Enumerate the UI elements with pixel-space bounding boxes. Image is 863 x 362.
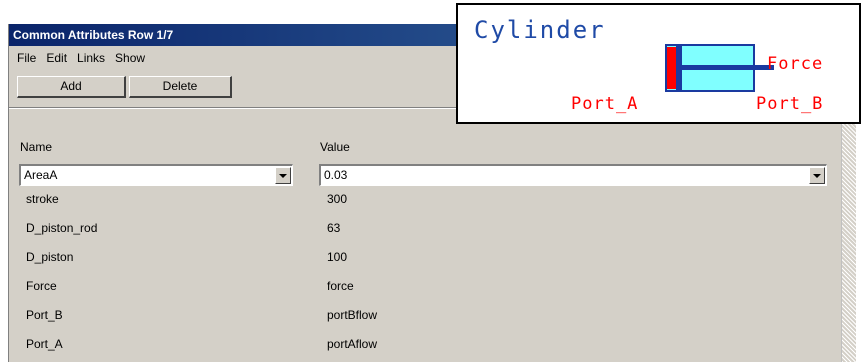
table-row[interactable]: Port_A portAflow xyxy=(9,333,839,362)
table-row[interactable]: D_piston 100 xyxy=(9,246,839,275)
attribute-name: D_piston_rod xyxy=(26,221,98,235)
menu-file[interactable]: File xyxy=(17,51,36,65)
table-row[interactable]: Port_B portBflow xyxy=(9,304,839,333)
cylinder-symbol-preview: Cylinder Force Port_A Port_B xyxy=(456,3,861,124)
delete-button[interactable]: Delete xyxy=(129,76,232,98)
force-label: Force xyxy=(767,54,824,74)
name-column-header: Name xyxy=(20,140,53,154)
attribute-value: portBflow xyxy=(327,308,378,322)
attribute-value: 63 xyxy=(327,221,341,235)
piston xyxy=(676,46,682,90)
name-dropdown-value: AreaA xyxy=(24,168,58,182)
toolbar: Add Delete xyxy=(9,70,449,100)
table-row[interactable]: D_piston_rod 63 xyxy=(9,217,839,246)
name-dropdown[interactable]: AreaA xyxy=(19,164,293,186)
piston-rod xyxy=(682,65,774,70)
symbol-title: Cylinder xyxy=(474,16,606,44)
chevron-down-icon[interactable] xyxy=(809,167,825,184)
attribute-value: 300 xyxy=(327,192,348,206)
attribute-list: stroke 300 D_piston_rod 63 D_piston 100 … xyxy=(9,188,839,362)
attribute-name: Port_B xyxy=(26,308,63,322)
menu-links[interactable]: Links xyxy=(77,51,105,65)
table-row[interactable]: stroke 300 xyxy=(9,188,839,217)
scrollbar-track[interactable] xyxy=(841,109,856,362)
attribute-name: stroke xyxy=(26,192,59,206)
piston-face xyxy=(667,47,676,89)
attribute-value: 100 xyxy=(327,250,348,264)
menu-bar: File Edit Links Show xyxy=(9,48,449,68)
menu-edit[interactable]: Edit xyxy=(46,51,67,65)
port-a-label: Port_A xyxy=(571,94,639,114)
value-dropdown[interactable]: 0.03 xyxy=(319,164,827,186)
table-row[interactable]: Force force xyxy=(9,275,839,304)
chevron-down-icon[interactable] xyxy=(275,167,291,184)
attribute-name: Force xyxy=(26,279,57,293)
menu-show[interactable]: Show xyxy=(115,51,145,65)
add-button[interactable]: Add xyxy=(17,76,126,98)
port-b-label: Port_B xyxy=(756,94,824,114)
attribute-name: Port_A xyxy=(26,337,63,351)
attribute-name: D_piston xyxy=(26,250,74,264)
attribute-value: portAflow xyxy=(327,337,378,351)
value-column-header: Value xyxy=(320,140,350,154)
value-dropdown-value: 0.03 xyxy=(324,168,348,182)
attribute-value: force xyxy=(327,279,354,293)
